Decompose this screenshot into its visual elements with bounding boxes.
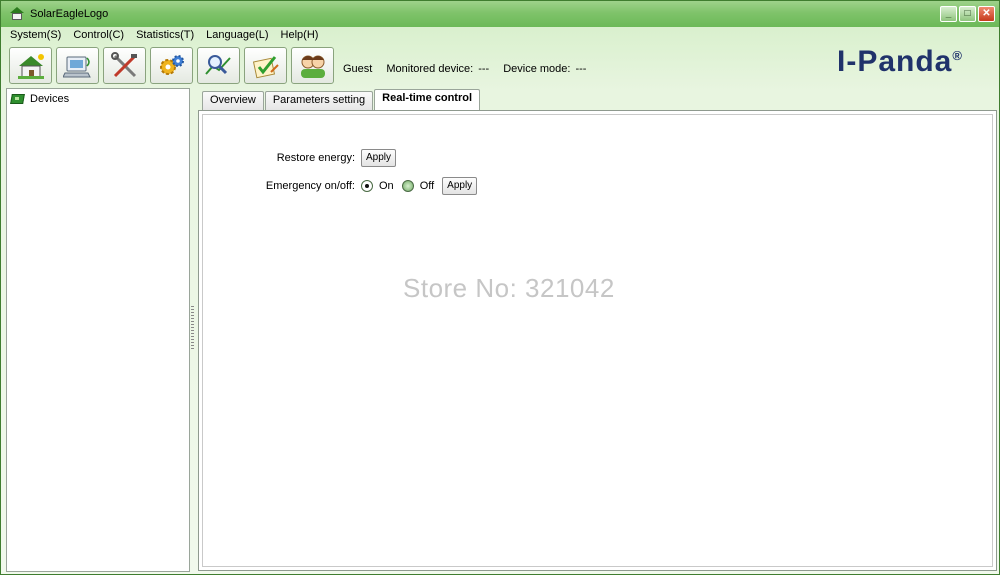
search-chart-button[interactable] [197, 47, 240, 84]
users-button[interactable] [291, 47, 334, 84]
menu-system[interactable]: System(S) [9, 29, 62, 45]
tree-item-label: Devices [30, 92, 70, 105]
monitored-device-value: --- [478, 63, 490, 75]
tab-overview[interactable]: Overview [202, 91, 264, 110]
content-panel: Overview Parameters setting Real-time co… [195, 88, 998, 572]
emergency-apply-button[interactable]: Apply [442, 177, 478, 195]
menu-language[interactable]: Language(L) [205, 29, 269, 45]
app-window: SolarEagleLogo _ □ ✕ System(S) Control(C… [0, 0, 1000, 575]
menu-help[interactable]: Help(H) [280, 29, 320, 45]
device-mode-pair: Device mode: --- [503, 63, 586, 75]
tab-real-time-control[interactable]: Real-time control [374, 89, 481, 110]
toolbar [9, 47, 334, 84]
emergency-row: Emergency on/off: On Off Apply [203, 177, 478, 195]
tree-item-devices[interactable]: Devices [10, 92, 69, 105]
emergency-label: Emergency on/off: [265, 180, 355, 192]
tab-panel-inner: Restore energy: Apply Emergency on/off: … [202, 114, 993, 567]
device-mode-label: Device mode: [503, 63, 571, 75]
maximize-button[interactable]: □ [959, 6, 976, 22]
menu-control[interactable]: Control(C) [72, 29, 125, 45]
brand-logo: I-Panda® [837, 45, 963, 79]
close-button[interactable]: ✕ [978, 6, 995, 22]
menu-bar: System(S) Control(C) Statistics(T) Langu… [9, 29, 319, 45]
window-title: SolarEagleLogo [30, 8, 109, 20]
checklist-button[interactable] [244, 47, 287, 84]
checklist-icon [252, 55, 279, 78]
device-icon [10, 92, 25, 105]
settings-gears-icon [159, 54, 184, 75]
emergency-on-radio[interactable] [361, 180, 373, 192]
restore-energy-row: Restore energy: Apply [203, 149, 397, 167]
emergency-off-label: Off [419, 180, 435, 192]
users-icon [300, 55, 325, 78]
device-tree-panel: Devices [6, 88, 190, 572]
tools-button[interactable] [103, 47, 146, 84]
window-controls: _ □ ✕ [940, 6, 995, 22]
tab-panel: Restore energy: Apply Emergency on/off: … [198, 110, 997, 571]
user-name: Guest [343, 63, 373, 75]
restore-energy-label: Restore energy: [276, 152, 355, 164]
monitor-device-icon [62, 56, 91, 77]
title-bar[interactable]: SolarEagleLogo _ □ ✕ [1, 1, 999, 27]
monitor-device-button[interactable] [56, 47, 99, 84]
tools-icon [110, 51, 137, 77]
settings-gears-button[interactable] [150, 47, 193, 84]
monitored-device-label: Monitored device: [386, 63, 474, 75]
search-chart-icon [204, 54, 231, 75]
tab-bar: Overview Parameters setting Real-time co… [202, 89, 481, 110]
monitored-device-pair: Monitored device: --- [386, 63, 489, 75]
device-mode-value: --- [575, 63, 587, 75]
app-house-icon [10, 7, 24, 21]
emergency-off-radio[interactable] [401, 180, 414, 192]
registered-mark: ® [952, 48, 963, 63]
emergency-on-label: On [379, 180, 394, 192]
solar-house-icon [17, 53, 44, 79]
pane-splitter[interactable] [191, 306, 194, 351]
watermark-text: Store No: 321042 [403, 273, 615, 303]
tab-parameters-setting[interactable]: Parameters setting [264, 91, 374, 110]
status-info: Guest Monitored device: --- Device mode:… [343, 63, 586, 75]
minimize-button[interactable]: _ [940, 6, 957, 22]
solar-house-button[interactable] [9, 47, 52, 84]
menu-statistics[interactable]: Statistics(T) [135, 29, 195, 45]
restore-energy-apply-button[interactable]: Apply [361, 149, 397, 167]
brand-name: I-Panda [837, 45, 953, 78]
